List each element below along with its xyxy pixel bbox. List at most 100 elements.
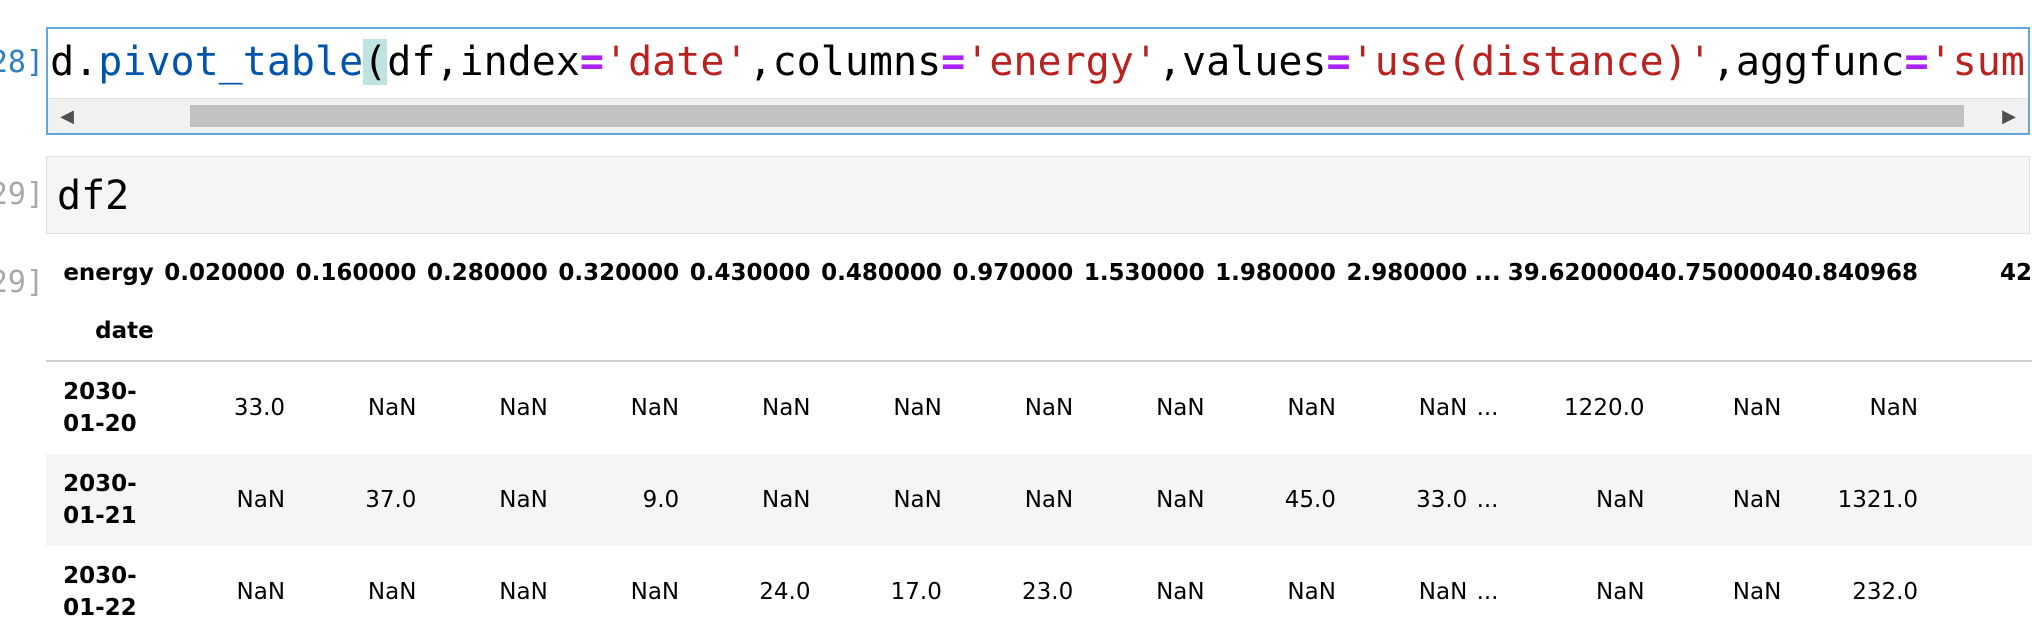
scroll-right-icon[interactable]: ▶ [1992,99,2026,133]
empty-header-cell [679,302,810,361]
table-cell: NaN [1156,487,1205,513]
code-token: pivot_table [98,39,364,85]
scroll-left-icon[interactable]: ◀ [50,99,84,133]
table-cell: NaN [1732,395,1782,421]
code-token: ,columns [748,39,942,85]
empty-header-cell [1467,302,1507,361]
column-header: 0.160000 [295,260,417,286]
horizontal-scrollbar[interactable]: ◀ ▶ [48,98,2028,133]
scrollbar-thumb[interactable] [190,105,1964,127]
table-cell: 37.0 [365,487,417,513]
table-cell: NaN [1287,579,1336,605]
column-header: 0.430000 [689,260,811,286]
empty-header-cell [942,302,1073,361]
table-row: 2030- 01-21 NaN 37.0 NaN 9.0 NaN NaN NaN NaN 45.0 3… [46,454,2032,546]
empty-header-cell [1336,302,1467,361]
code-token: ,values [1157,39,1327,85]
table-cell: NaN [893,487,942,513]
empty-header-cell [1508,302,1645,361]
column-header: 2.980000 [1346,260,1468,286]
table-cell: NaN [367,395,417,421]
table-cell: NaN [1596,487,1645,513]
table-cell: NaN [630,395,680,421]
code-token: 'sum' [1928,39,2028,85]
code-cell-editor[interactable]: pd.pivot_table(df,index='date',columns='… [46,27,2030,135]
table-cell: NaN [1287,395,1336,421]
table-cell: ... [1476,579,1499,605]
dataframe-output: energy 0.020000 0.160000 0.280000 0.320000 0.… [46,244,2032,636]
column-header: 1.980000 [1215,260,1336,286]
table-row: 2030- 01-20 33.0 NaN NaN NaN NaN NaN NaN NaN NaN Na… [46,361,2032,454]
code-line-df2[interactable]: df2 [57,157,129,235]
table-cell: NaN [1156,395,1205,421]
code-token: = [1326,39,1351,85]
table-cell: NaN [1869,395,1919,421]
table-cell: NaN [630,579,680,605]
code-token: pd. [48,39,99,85]
table-cell: NaN [1024,395,1074,421]
column-header: 0.280000 [427,260,548,286]
header-row-columns: energy 0.020000 0.160000 0.280000 0.320000 0.… [46,244,2032,302]
table-cell: NaN [1596,579,1645,605]
empty-header-cell [1645,302,1782,361]
cell-prompt-28: [28]: [0,45,44,80]
code-cell-df2[interactable]: df2 [46,156,2030,234]
table-cell: 9.0 [642,487,680,513]
table-cell: 33.0 [233,395,286,421]
empty-header-cell [1073,302,1204,361]
table-cell: NaN [1732,579,1782,605]
column-header: 40.750000 [1644,260,1782,286]
table-cell: NaN [1024,487,1074,513]
table-cell: 17.0 [890,579,942,605]
table-cell: NaN [236,487,286,513]
table-cell: NaN [1156,579,1205,605]
table-cell: NaN [761,487,811,513]
table-cell: NaN [236,579,286,605]
code-token: 'date' [604,39,749,85]
empty-header-cell [154,302,285,361]
table-cell: ... [1476,487,1499,513]
table-cell: NaN [499,579,548,605]
empty-header-cell [811,302,942,361]
code-token: ,aggfunc [1711,39,1905,85]
column-header: 0.020000 [164,260,286,286]
dataframe-table: energy 0.020000 0.160000 0.280000 0.320000 0.… [46,244,2032,636]
code-token: = [1904,39,1929,85]
code-token: df,index [387,39,580,85]
table-cell: NaN [1418,579,1468,605]
table-cell [1918,454,2032,546]
table-cell: 24.0 [759,579,811,605]
output-prompt-29: [29]: [0,265,44,300]
table-cell: NaN [367,579,417,605]
column-header: 0.480000 [821,260,942,286]
table-cell: NaN [893,395,942,421]
column-header: 0.970000 [952,260,1074,286]
table-cell [1918,361,2032,454]
row-index-label: 2030- 01-21 [63,471,137,529]
empty-header-cell [1781,302,1918,361]
row-index-label: 2030- 01-20 [63,379,137,437]
column-header: ... [1474,260,1501,286]
index-name-header: date [95,318,154,344]
table-cell: NaN [499,487,548,513]
empty-header-cell [1205,302,1336,361]
table-cell: 45.0 [1284,487,1336,513]
empty-header-cell [285,302,416,361]
table-cell [1918,546,2032,636]
code-line[interactable]: pd.pivot_table(df,index='date',columns='… [48,33,2028,91]
table-cell: 33.0 [1416,487,1468,513]
table-cell: NaN [1732,487,1782,513]
table-row: 2030- 01-22 NaN NaN NaN NaN 24.0 17.0 23.0 NaN NaN… [46,546,2032,636]
table-cell: NaN [499,395,548,421]
code-token: = [941,39,966,85]
column-header: 39.620000 [1507,260,1645,286]
column-header: 0.320000 [558,260,680,286]
column-header: 40.840968 [1781,260,1919,286]
empty-header-cell [1918,302,2032,361]
code-token: = [579,39,604,85]
code-token: ( [363,39,388,85]
cell-prompt-29: [29]: [0,177,44,212]
header-row-index: date [46,302,2032,361]
table-cell: 232.0 [1852,579,1919,605]
columns-name-header: energy [63,260,154,286]
